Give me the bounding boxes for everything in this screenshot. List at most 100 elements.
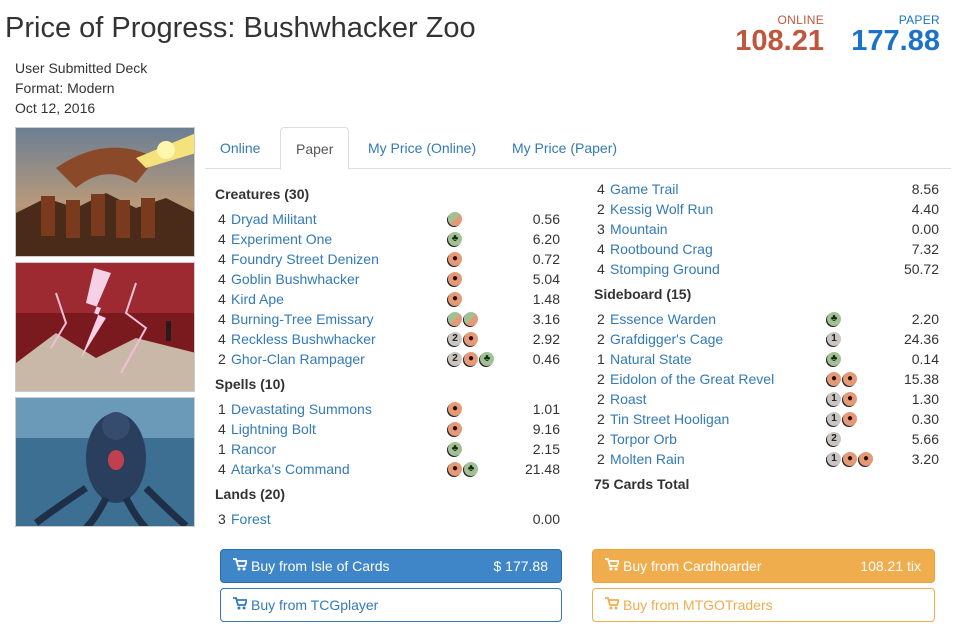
card-row: 2 Molten Rain 1 ● ● 3.20 bbox=[594, 449, 944, 469]
buy-isle-of-cards-button[interactable]: Buy from Isle of Cards $ 177.88 bbox=[220, 549, 562, 583]
tab-my-price-online[interactable]: My Price (Online) bbox=[353, 127, 491, 169]
card-quantity: 4 bbox=[218, 331, 226, 347]
green-mana-icon: ♣ bbox=[448, 232, 462, 246]
section-title: Creatures (30) bbox=[215, 186, 310, 202]
red-mana-icon: ● bbox=[448, 402, 462, 416]
card-quantity: 4 bbox=[218, 461, 226, 477]
generic-mana-icon: 1 bbox=[827, 332, 841, 346]
green-mana-icon: ♣ bbox=[480, 352, 494, 366]
mana-cost: ● bbox=[448, 272, 464, 286]
card-name-link[interactable]: Stomping Ground bbox=[610, 259, 720, 279]
green-mana-icon: ♣ bbox=[827, 352, 841, 366]
buy-mtgotraders-button[interactable]: Buy from MTGOTraders bbox=[592, 588, 935, 622]
section-title: Spells (10) bbox=[215, 376, 286, 392]
card-quantity: 2 bbox=[597, 311, 605, 327]
card-name-link[interactable]: Torpor Orb bbox=[610, 429, 677, 449]
buy-isle-of-cards-label: Buy from Isle of Cards bbox=[251, 558, 390, 574]
mana-cost: ● ● bbox=[827, 372, 859, 386]
card-name-link[interactable]: Rancor bbox=[231, 439, 276, 459]
card-quantity: 4 bbox=[218, 421, 226, 437]
card-row: 4 Dryad Militant 0.56 bbox=[215, 209, 565, 229]
buy-cardhoarder-button[interactable]: Buy from Cardhoarder 108.21 tix bbox=[592, 549, 935, 583]
tab-paper[interactable]: Paper bbox=[280, 127, 350, 170]
mana-cost: 2 ● bbox=[448, 332, 480, 346]
card-price: 0.30 bbox=[911, 411, 939, 427]
generic-mana-icon: 2 bbox=[448, 352, 462, 366]
buy-tcgplayer-button[interactable]: Buy from TCGplayer bbox=[220, 588, 562, 622]
card-price: 3.20 bbox=[911, 451, 939, 467]
card-quantity: 4 bbox=[218, 251, 226, 267]
card-quantity: 1 bbox=[218, 401, 226, 417]
hybrid-mana-icon bbox=[464, 312, 478, 326]
green-mana-icon: ♣ bbox=[827, 312, 841, 326]
card-name-link[interactable]: Reckless Bushwhacker bbox=[231, 329, 376, 349]
card-name-link[interactable]: Experiment One bbox=[231, 229, 332, 249]
card-quantity: 2 bbox=[218, 351, 226, 367]
card-price: 7.32 bbox=[911, 241, 939, 257]
card-name-link[interactable]: Kessig Wolf Run bbox=[610, 199, 713, 219]
tab-my-price-paper[interactable]: My Price (Paper) bbox=[497, 127, 632, 169]
card-name-link[interactable]: Dryad Militant bbox=[231, 209, 317, 229]
card-quantity: 4 bbox=[218, 211, 226, 227]
generic-mana-icon: 1 bbox=[827, 452, 841, 466]
mana-cost: ● bbox=[448, 422, 464, 436]
cardhoarder-amount: 108.21 tix bbox=[860, 558, 921, 574]
card-name-link[interactable]: Tin Street Hooligan bbox=[610, 409, 729, 429]
mana-cost: 1 ● bbox=[827, 412, 859, 426]
card-row: 4 Foundry Street Denizen ● 0.72 bbox=[215, 249, 565, 269]
paper-price: PAPER 177.88 bbox=[845, 14, 940, 56]
card-name-link[interactable]: Roast bbox=[610, 389, 647, 409]
card-quantity: 2 bbox=[597, 431, 605, 447]
online-price: ONLINE 108.21 bbox=[732, 14, 824, 56]
card-name-link[interactable]: Natural State bbox=[610, 349, 692, 369]
card-price: 0.00 bbox=[911, 221, 939, 237]
card-row: 2 Ghor-Clan Rampager 2 ● ♣ 0.46 bbox=[215, 349, 565, 369]
red-mana-icon: ● bbox=[448, 462, 462, 476]
red-mana-icon: ● bbox=[448, 272, 462, 286]
card-name-link[interactable]: Rootbound Crag bbox=[610, 239, 713, 259]
mana-cost: ♣ bbox=[448, 232, 464, 246]
sideboard-title: Sideboard (15) bbox=[594, 286, 692, 302]
card-row: 4 Atarka's Command ● ♣ 21.48 bbox=[215, 459, 565, 479]
card-price: 5.04 bbox=[532, 271, 560, 287]
card-art-dragon bbox=[15, 127, 195, 257]
card-name-link[interactable]: Kird Ape bbox=[231, 289, 284, 309]
card-price: 6.20 bbox=[532, 231, 560, 247]
card-name-link[interactable]: Grafdigger's Cage bbox=[610, 329, 723, 349]
card-name-link[interactable]: Goblin Bushwhacker bbox=[231, 269, 359, 289]
card-name-link[interactable]: Devastating Summons bbox=[231, 399, 372, 419]
card-name-link[interactable]: Game Trail bbox=[610, 179, 678, 199]
card-name-link[interactable]: Essence Warden bbox=[610, 309, 716, 329]
card-price: 1.30 bbox=[911, 391, 939, 407]
generic-mana-icon: 2 bbox=[448, 332, 462, 346]
card-quantity: 4 bbox=[218, 271, 226, 287]
card-name-link[interactable]: Mountain bbox=[610, 219, 668, 239]
online-price-value: 108.21 bbox=[735, 25, 824, 57]
tab-online[interactable]: Online bbox=[205, 127, 275, 169]
buy-cardhoarder-label: Buy from Cardhoarder bbox=[623, 558, 762, 574]
generic-mana-icon: 1 bbox=[827, 412, 841, 426]
card-name-link[interactable]: Eidolon of the Great Revel bbox=[610, 369, 774, 389]
card-name-link[interactable]: Forest bbox=[231, 509, 271, 529]
card-name-link[interactable]: Lightning Bolt bbox=[231, 419, 316, 439]
red-mana-icon: ● bbox=[448, 252, 462, 266]
card-name-link[interactable]: Burning-Tree Emissary bbox=[231, 309, 374, 329]
red-mana-icon: ● bbox=[464, 352, 478, 366]
card-row: 4 Stomping Ground 50.72 bbox=[594, 259, 944, 279]
card-price: 2.15 bbox=[532, 441, 560, 457]
card-row: 4 Lightning Bolt ● 9.16 bbox=[215, 419, 565, 439]
isle-of-cards-amount: $ 177.88 bbox=[493, 558, 549, 574]
card-quantity: 4 bbox=[218, 231, 226, 247]
card-quantity: 3 bbox=[597, 221, 605, 237]
card-row: 4 Game Trail 8.56 bbox=[594, 179, 944, 199]
card-quantity: 2 bbox=[597, 411, 605, 427]
card-price: 8.56 bbox=[911, 181, 939, 197]
card-name-link[interactable]: Molten Rain bbox=[610, 449, 685, 469]
card-name-link[interactable]: Atarka's Command bbox=[231, 459, 350, 479]
buy-tcgplayer-label: Buy from TCGplayer bbox=[251, 597, 379, 613]
mana-cost: ♣ bbox=[448, 442, 464, 456]
card-name-link[interactable]: Foundry Street Denizen bbox=[231, 249, 379, 269]
card-row: 3 Mountain 0.00 bbox=[594, 219, 944, 239]
card-name-link[interactable]: Ghor-Clan Rampager bbox=[231, 349, 365, 369]
card-price: 1.01 bbox=[532, 401, 560, 417]
